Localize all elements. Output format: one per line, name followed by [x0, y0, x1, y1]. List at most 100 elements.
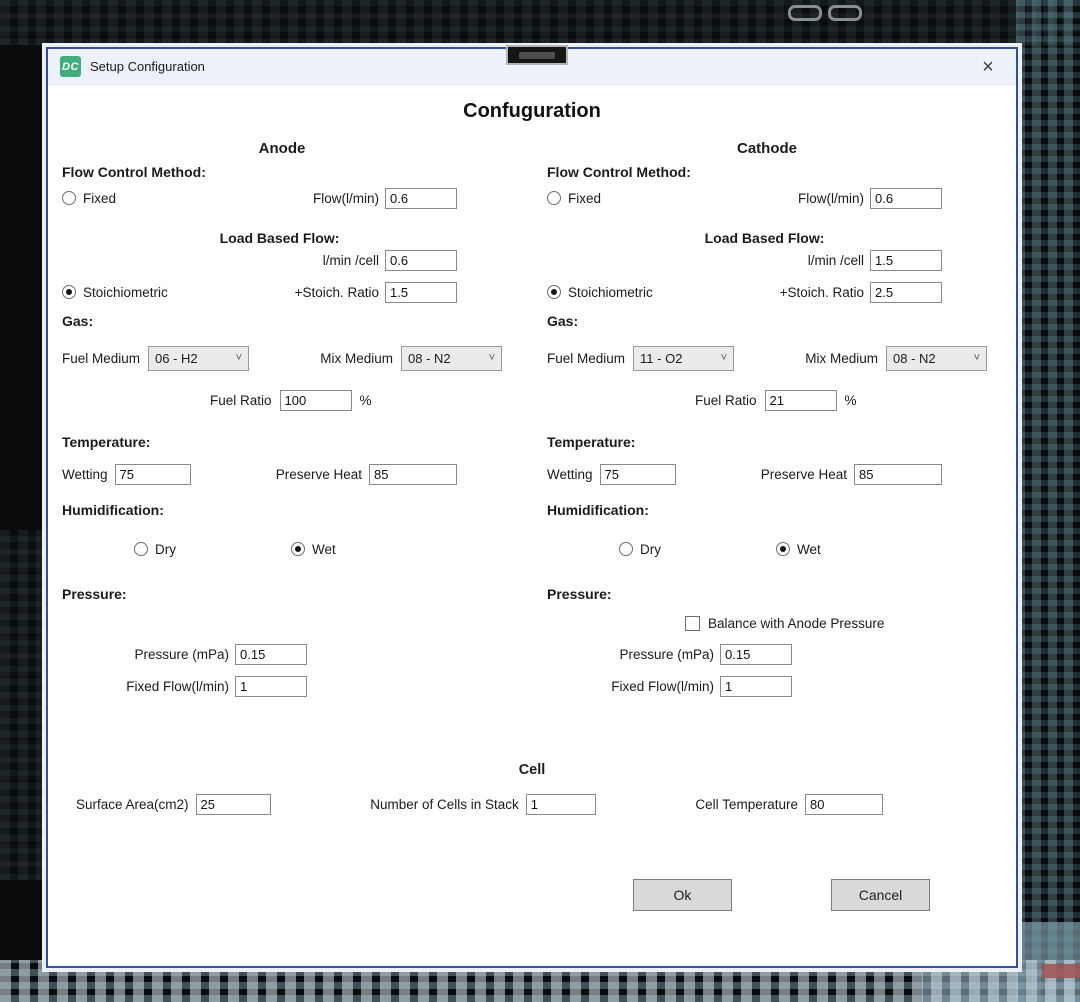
cathode-humid-row: Dry Wet: [547, 540, 987, 558]
anode-dry-label: Dry: [155, 542, 176, 557]
cathode-fixed-row: Fixed Flow(l/min): [547, 187, 987, 209]
cell-temperature-input[interactable]: [805, 794, 883, 815]
balance-with-anode-label: Balance with Anode Pressure: [708, 616, 884, 631]
anode-fixed-flow-input[interactable]: [235, 676, 307, 697]
background-pattern-top: [0, 0, 1080, 45]
cathode-gas-label: Gas:: [547, 313, 987, 329]
screen-capture-handle: [506, 45, 568, 65]
setup-configuration-dialog: DC Setup Configuration × Confuguration A…: [46, 47, 1018, 968]
anode-per-cell-input[interactable]: [385, 250, 457, 271]
cathode-stoichiometric-radio[interactable]: [547, 285, 561, 299]
anode-pressure-label: Pressure:: [62, 586, 502, 602]
cathode-preserve-heat-label: Preserve Heat: [761, 467, 847, 482]
percent-label: %: [360, 393, 372, 408]
anode-fuel-medium-dropdown[interactable]: 06 - H2 ˅: [148, 346, 249, 371]
cathode-balance-row: Balance with Anode Pressure: [547, 614, 987, 632]
ok-button[interactable]: Ok: [633, 879, 732, 911]
anode-fixed-radio[interactable]: [62, 191, 76, 205]
num-cells-input[interactable]: [526, 794, 596, 815]
chevron-down-icon: ˅: [489, 353, 495, 364]
cathode-load-based-label: Load Based Flow:: [547, 230, 987, 246]
anode-gas-label: Gas:: [62, 313, 502, 329]
cathode-mix-medium-dropdown[interactable]: 08 - N2 ˅: [886, 346, 987, 371]
anode-wet-label: Wet: [312, 542, 336, 557]
anode-fuel-medium-label: Fuel Medium: [62, 351, 140, 366]
anode-humid-row: Dry Wet: [62, 540, 502, 558]
cathode-fuel-medium-value: 11 - O2: [640, 351, 721, 366]
cathode-per-cell-label: l/min /cell: [547, 253, 870, 268]
cathode-wetting-label: Wetting: [547, 467, 593, 482]
cell-section: Cell Surface Area(cm2) Number of Cells i…: [62, 762, 1002, 815]
anode-wetting-input[interactable]: [115, 464, 191, 485]
cathode-fuel-medium-label: Fuel Medium: [547, 351, 625, 366]
cathode-fuel-medium-dropdown[interactable]: 11 - O2 ˅: [633, 346, 734, 371]
anode-per-cell-label: l/min /cell: [62, 253, 385, 268]
cathode-pressure-field-label: Pressure (mPa): [547, 647, 720, 662]
anode-stoich-row: Stoichiometric +Stoich. Ratio: [62, 281, 502, 303]
background-pattern-right: [1016, 0, 1080, 1002]
anode-preserve-heat-input[interactable]: [369, 464, 457, 485]
anode-medium-row: Fuel Medium 06 - H2 ˅ Mix Medium 08 - N2…: [62, 345, 502, 371]
anode-temperature-label: Temperature:: [62, 434, 502, 450]
anode-fixed-label: Fixed: [83, 191, 116, 206]
chevron-down-icon: ˅: [974, 353, 980, 364]
anode-fixed-flow-row: Fixed Flow(l/min): [62, 675, 307, 697]
close-icon[interactable]: ×: [974, 53, 1002, 81]
cathode-humidification-label: Humidification:: [547, 502, 987, 518]
anode-per-cell-row: l/min /cell: [62, 249, 502, 271]
cathode-wetting-input[interactable]: [600, 464, 676, 485]
anode-fixed-flow-label: Fixed Flow(l/min): [62, 679, 235, 694]
anode-pressure-input[interactable]: [235, 644, 307, 665]
background-red-accent: [1042, 964, 1080, 978]
cathode-stoich-row: Stoichiometric +Stoich. Ratio: [547, 281, 987, 303]
background-glyph: [828, 5, 862, 21]
surface-area-input[interactable]: [196, 794, 271, 815]
cathode-wet-radio[interactable]: [776, 542, 790, 556]
anode-flow-control-label: Flow Control Method:: [62, 164, 502, 180]
anode-stoichiometric-radio[interactable]: [62, 285, 76, 299]
balance-with-anode-checkbox[interactable]: [685, 616, 700, 631]
anode-wetting-label: Wetting: [62, 467, 108, 482]
background-glyph: [788, 5, 822, 21]
num-cells-label: Number of Cells in Stack: [370, 797, 519, 812]
anode-stoich-ratio-input[interactable]: [385, 282, 457, 303]
cathode-per-cell-input[interactable]: [870, 250, 942, 271]
page-title: Confuguration: [48, 100, 1016, 123]
cathode-mix-medium-value: 08 - N2: [893, 351, 974, 366]
cathode-flow-input[interactable]: [870, 188, 942, 209]
anode-fuel-ratio-input[interactable]: [280, 390, 352, 411]
anode-mix-medium-value: 08 - N2: [408, 351, 489, 366]
anode-wet-radio[interactable]: [291, 542, 305, 556]
cathode-fixed-flow-label: Fixed Flow(l/min): [547, 679, 720, 694]
anode-flow-input[interactable]: [385, 188, 457, 209]
chevron-down-icon: ˅: [721, 353, 727, 364]
chevron-down-icon: ˅: [236, 353, 242, 364]
anode-title: Anode: [62, 140, 502, 157]
cell-temperature-label: Cell Temperature: [695, 797, 798, 812]
anode-dry-radio[interactable]: [134, 542, 148, 556]
cathode-per-cell-row: l/min /cell: [547, 249, 987, 271]
anode-mix-medium-dropdown[interactable]: 08 - N2 ˅: [401, 346, 502, 371]
cathode-pressure-input[interactable]: [720, 644, 792, 665]
cancel-button[interactable]: Cancel: [831, 879, 930, 911]
cathode-dry-label: Dry: [640, 542, 661, 557]
cathode-stoich-ratio-input[interactable]: [870, 282, 942, 303]
cathode-stoichiometric-label: Stoichiometric: [568, 285, 653, 300]
cathode-medium-row: Fuel Medium 11 - O2 ˅ Mix Medium 08 - N2…: [547, 345, 987, 371]
cathode-fuel-ratio-input[interactable]: [765, 390, 837, 411]
anode-fuel-ratio-row: Fuel Ratio %: [62, 389, 502, 411]
cell-row: Surface Area(cm2) Number of Cells in Sta…: [62, 794, 1002, 815]
cathode-fixed-flow-input[interactable]: [720, 676, 792, 697]
cathode-preserve-heat-input[interactable]: [854, 464, 942, 485]
anode-preserve-heat-label: Preserve Heat: [276, 467, 362, 482]
anode-fixed-row: Fixed Flow(l/min): [62, 187, 502, 209]
anode-temp-row: Wetting Preserve Heat: [62, 463, 502, 485]
cathode-fixed-label: Fixed: [568, 191, 601, 206]
cathode-flow-control-label: Flow Control Method:: [547, 164, 987, 180]
cathode-fixed-flow-row: Fixed Flow(l/min): [547, 675, 792, 697]
anode-mix-medium-label: Mix Medium: [320, 351, 393, 366]
cathode-fixed-radio[interactable]: [547, 191, 561, 205]
anode-pressure-field-label: Pressure (mPa): [62, 647, 235, 662]
cathode-dry-radio[interactable]: [619, 542, 633, 556]
cathode-title: Cathode: [547, 140, 987, 157]
